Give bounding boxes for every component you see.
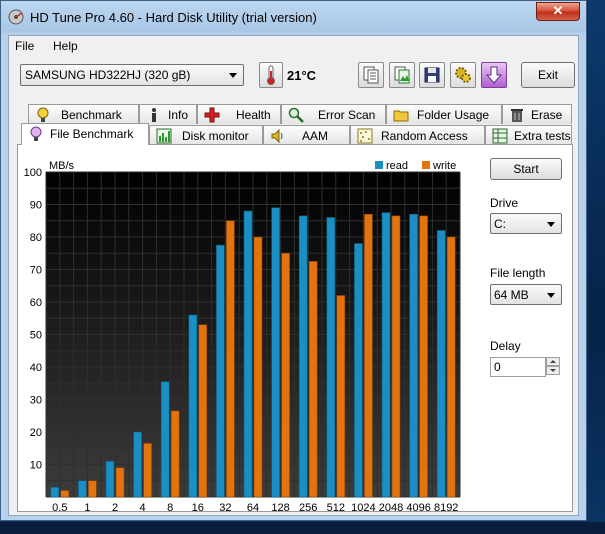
bar-write (446, 236, 456, 498)
bar-write (143, 443, 152, 498)
x-tick-label: 32 (219, 502, 231, 514)
legend-swatch-write (422, 161, 430, 169)
bar-write (308, 261, 318, 498)
taskbar-edge (0, 522, 605, 534)
spin-up-icon[interactable] (546, 357, 560, 366)
y-tick-label: 50 (30, 330, 42, 342)
desktop-background (588, 0, 605, 534)
y-tick-label: 10 (30, 460, 42, 472)
tab-file-benchmark-label: File Benchmark (50, 127, 134, 141)
bar-read (436, 230, 446, 498)
bar-write (336, 295, 346, 498)
x-tick-label: 256 (299, 502, 317, 514)
app-icon (8, 9, 24, 25)
y-tick-label: 40 (30, 362, 42, 374)
y-axis-label: MB/s (49, 160, 75, 172)
legend-label-read: read (386, 160, 408, 172)
delay-input-value: 0 (494, 360, 501, 374)
bar-read (105, 460, 115, 498)
x-tick-label: 128 (271, 502, 289, 514)
delay-label: Delay (490, 339, 521, 353)
y-tick-label: 90 (30, 200, 42, 212)
x-tick-label: 1024 (351, 502, 375, 514)
y-tick-label: 60 (30, 297, 42, 309)
x-tick-label: 4 (140, 502, 146, 514)
drive-combo[interactable]: C: (490, 213, 562, 234)
bar-read (160, 381, 170, 498)
bar-write (226, 220, 235, 498)
bar-write (419, 215, 428, 498)
bar-read (243, 210, 253, 498)
client-area: File Help SAMSUNG HD322HJ (320 gB) 21°C (8, 35, 579, 516)
y-tick-label: 20 (30, 427, 42, 439)
y-tick-label: 70 (30, 265, 42, 277)
window-title: HD Tune Pro 4.60 - Hard Disk Utility (tr… (30, 10, 317, 25)
legend-swatch-read (375, 161, 383, 169)
bar-read (326, 217, 336, 498)
chevron-down-icon (547, 222, 555, 227)
y-tick-label: 30 (30, 395, 42, 407)
x-tick-label: 4096 (406, 502, 430, 514)
tab-file-benchmark[interactable]: File Benchmark (21, 123, 149, 145)
x-tick-label: 512 (327, 502, 345, 514)
bar-read (354, 243, 363, 498)
y-tick-label: 80 (30, 232, 42, 244)
spin-down-icon[interactable] (546, 366, 560, 375)
bar-read (298, 215, 308, 498)
bar-read (188, 314, 198, 498)
bar-write (115, 467, 125, 498)
x-tick-label: 0.5 (52, 502, 67, 514)
close-button[interactable]: ✕ (536, 2, 580, 21)
x-tick-label: 8192 (434, 502, 458, 514)
bar-write (60, 490, 70, 498)
title-bar[interactable]: HD Tune Pro 4.60 - Hard Disk Utility (tr… (1, 1, 586, 35)
file-benchmark-icon (30, 126, 42, 141)
file-length-combo-value: 64 MB (494, 288, 529, 302)
drive-combo-value: C: (494, 217, 506, 231)
legend-label-write: write (432, 160, 456, 172)
delay-input[interactable]: 0 (490, 357, 546, 377)
x-tick-label: 2 (112, 502, 118, 514)
y-tick-label: 100 (24, 167, 42, 179)
bar-write (88, 480, 97, 498)
bar-read (78, 480, 87, 498)
bar-read (50, 486, 60, 498)
bar-write (281, 252, 290, 498)
x-tick-label: 64 (247, 502, 259, 514)
chevron-down-icon (547, 293, 555, 298)
bar-write (391, 215, 401, 498)
file-length-combo[interactable]: 64 MB (490, 284, 562, 305)
x-tick-label: 16 (192, 502, 204, 514)
drive-label: Drive (490, 196, 519, 210)
bar-read (271, 207, 280, 498)
start-button[interactable]: Start (490, 158, 562, 180)
bar-write (364, 213, 373, 498)
file-length-label: File length (490, 266, 546, 280)
x-tick-label: 8 (167, 502, 173, 514)
bar-write (198, 324, 208, 498)
bar-read (216, 244, 225, 498)
x-tick-label: 2048 (379, 502, 403, 514)
bar-write (170, 410, 180, 498)
delay-spinner[interactable] (546, 357, 560, 377)
app-window: HD Tune Pro 4.60 - Hard Disk Utility (tr… (0, 0, 587, 521)
bar-read (133, 431, 142, 498)
bar-read (381, 212, 391, 498)
x-tick-label: 1 (84, 502, 90, 514)
bar-write (253, 236, 263, 498)
bar-read (409, 213, 418, 498)
